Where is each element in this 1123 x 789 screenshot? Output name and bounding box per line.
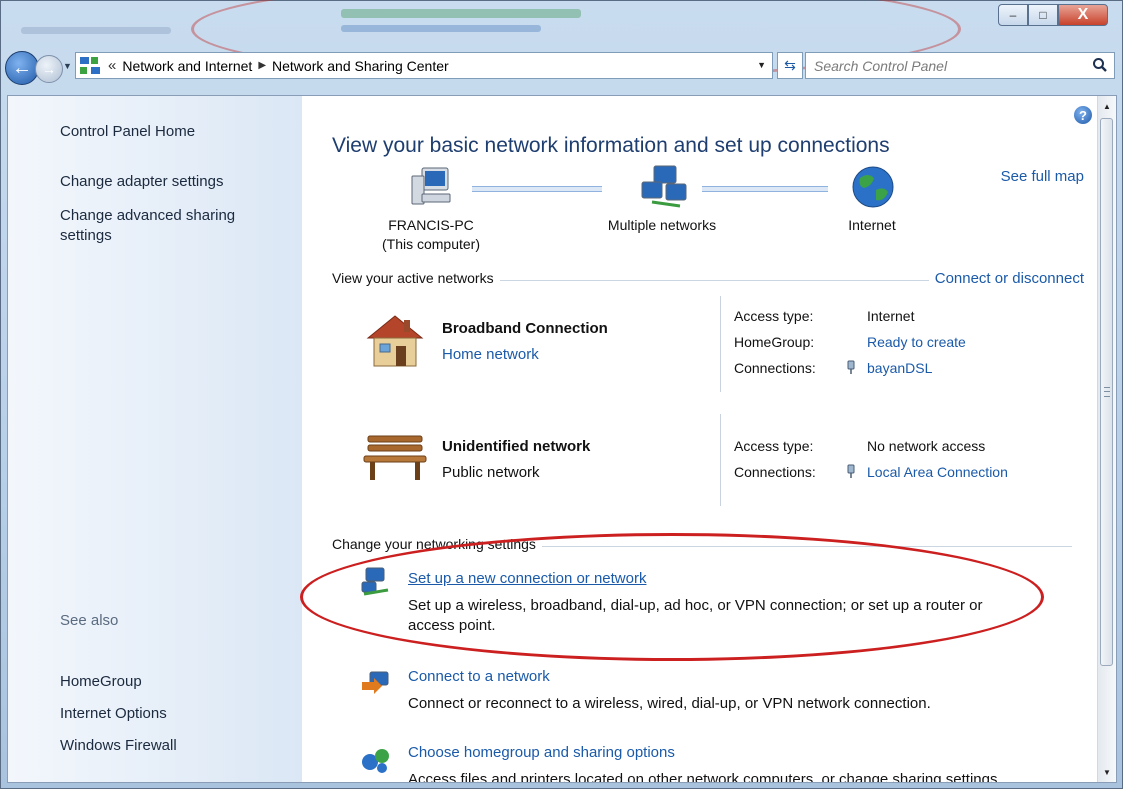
help-icon[interactable]: ? [1074, 106, 1092, 124]
windows-firewall-link[interactable]: Windows Firewall [60, 736, 177, 756]
connection-line [472, 186, 602, 192]
window: – □ X ← → ▼ « Network and Internet ▶ Net… [0, 0, 1123, 789]
access-type-value: Internet [867, 308, 915, 324]
access-type-value: No network access [867, 438, 986, 454]
task-pane: Control Panel Home Change adapter settin… [8, 96, 302, 782]
scrollbar-thumb[interactable] [1100, 118, 1113, 666]
minimize-button[interactable]: – [998, 4, 1028, 26]
address-dropdown-icon[interactable]: ▼ [757, 60, 766, 70]
internet-options-link[interactable]: Internet Options [60, 704, 167, 724]
connection-plug-icon [847, 360, 855, 374]
home-network-link[interactable]: Home network [442, 346, 539, 363]
scroll-down-icon[interactable]: ▼ [1099, 764, 1115, 780]
network-details-divider [720, 296, 721, 392]
search-icon[interactable] [1092, 57, 1108, 73]
search-box [805, 52, 1115, 79]
internet-globe-icon [852, 166, 894, 208]
multiple-networks-icon [641, 165, 687, 208]
search-input[interactable] [812, 56, 1096, 76]
connection-line [702, 186, 828, 192]
recent-pages-dropdown[interactable]: ▼ [63, 61, 72, 71]
homegroup-icon [362, 749, 389, 773]
home-network-icon [366, 315, 424, 367]
access-type-label: Access type: [734, 308, 814, 324]
public-network-label: Public network [442, 464, 540, 481]
grip-icon [1104, 387, 1110, 397]
breadcrumb-network-and-internet[interactable]: Network and Internet [122, 58, 252, 74]
connect-to-network-link[interactable]: Connect to a network [408, 668, 550, 685]
bayandsl-connection-link[interactable]: bayanDSL [867, 360, 932, 376]
unidentified-network-name: Unidentified network [442, 438, 591, 455]
breadcrumb-overflow[interactable]: « [108, 57, 116, 74]
breadcrumb-separator-icon[interactable]: ▶ [258, 60, 266, 71]
forward-button[interactable]: → [35, 55, 63, 83]
change-advanced-sharing-settings-link[interactable]: Change advanced sharing settings [60, 206, 270, 246]
homegroup-sharing-options-link[interactable]: Choose homegroup and sharing options [408, 744, 675, 761]
connections-label: Connections: [734, 360, 816, 376]
see-full-map-link[interactable]: See full map [1001, 168, 1084, 185]
breadcrumb-network-and-sharing-center[interactable]: Network and Sharing Center [272, 58, 449, 74]
refresh-button[interactable]: ⇆ [777, 52, 803, 79]
connect-to-network-description: Connect or reconnect to a wireless, wire… [408, 695, 931, 712]
content-area: Control Panel Home Change adapter settin… [7, 95, 1117, 783]
background-window-text [21, 27, 171, 34]
title-bar[interactable]: – □ X [1, 0, 1122, 79]
control-panel-icon [80, 56, 102, 75]
homegroup-link[interactable]: HomeGroup [60, 672, 142, 692]
connection-plug-icon [847, 464, 855, 478]
change-adapter-settings-link[interactable]: Change adapter settings [60, 172, 223, 192]
navigation-bar: ← → ▼ « Network and Internet ▶ Network a… [1, 45, 1122, 95]
connections-label: Connections: [734, 464, 816, 480]
address-bar[interactable]: « Network and Internet ▶ Network and Sha… [75, 52, 773, 79]
connect-to-network-icon [362, 671, 389, 694]
computer-sub: (This computer) [381, 236, 481, 252]
close-button[interactable]: X [1058, 4, 1108, 26]
internet-label[interactable]: Internet [832, 216, 912, 235]
control-panel-home-link[interactable]: Control Panel Home [60, 122, 195, 142]
active-networks-heading: View your active networks [332, 270, 500, 286]
homegroup-sharing-options-description: Access files and printers located on oth… [408, 771, 1002, 783]
computer-name: FRANCIS-PC [388, 217, 474, 233]
main-panel: ? View your basic network information an… [300, 96, 1092, 783]
vertical-scrollbar[interactable]: ▲ ▼ [1097, 96, 1116, 782]
caption-buttons: – □ X [998, 4, 1108, 26]
homegroup-label: HomeGroup: [734, 334, 815, 350]
scroll-up-icon[interactable]: ▲ [1099, 98, 1115, 114]
access-type-label: Access type: [734, 438, 814, 454]
connect-or-disconnect-link[interactable]: Connect or disconnect [928, 270, 1084, 287]
see-also-heading: See also [60, 612, 119, 629]
computer-icon [411, 167, 451, 205]
public-network-bench-icon [363, 435, 427, 480]
computer-node[interactable]: FRANCIS-PC (This computer) [376, 216, 486, 254]
back-button[interactable]: ← [5, 51, 39, 85]
page-title: View your basic network information and … [332, 134, 890, 157]
local-area-connection-link[interactable]: Local Area Connection [867, 464, 1008, 480]
multiple-networks-label[interactable]: Multiple networks [582, 216, 742, 235]
homegroup-ready-link[interactable]: Ready to create [867, 334, 966, 350]
highlight-ellipse [300, 533, 1044, 661]
network-details-divider [720, 414, 721, 506]
maximize-button[interactable]: □ [1028, 4, 1058, 26]
broadband-connection-name: Broadband Connection [442, 320, 608, 337]
